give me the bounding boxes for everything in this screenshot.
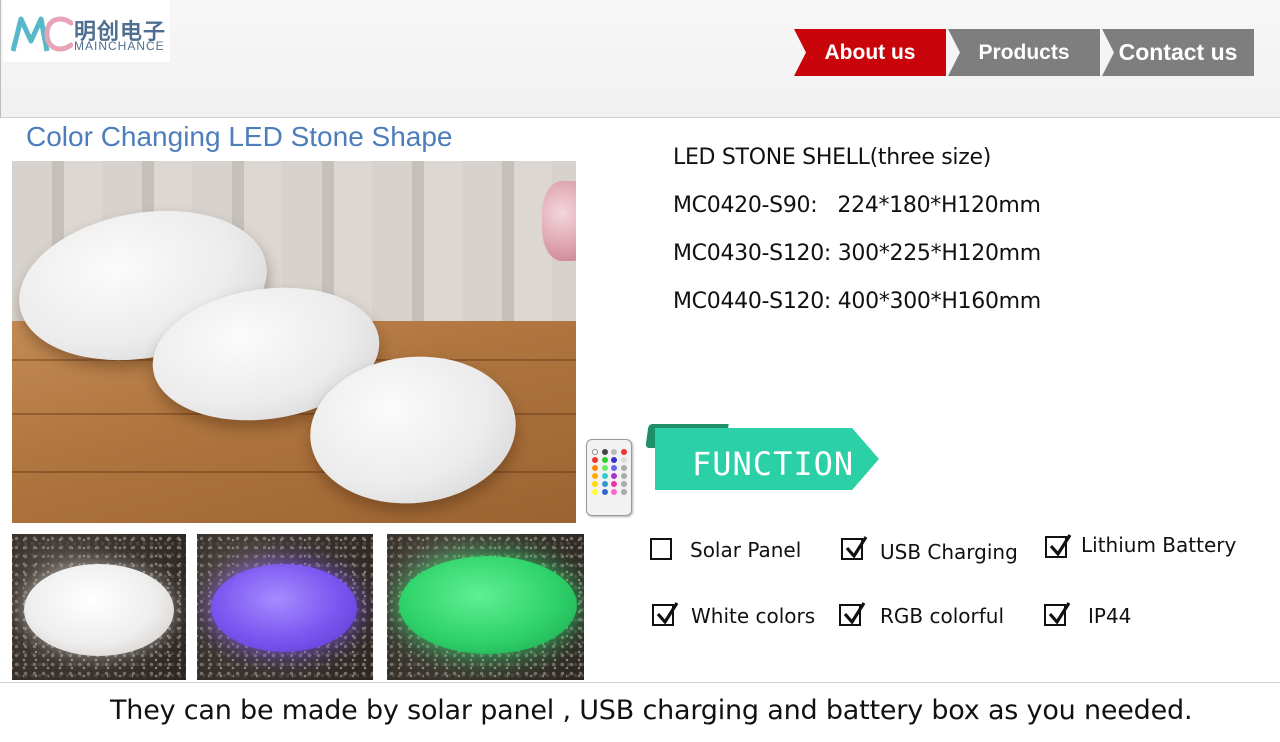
option-white-colors-label: White colors [691,604,816,628]
checkmark-icon [845,536,868,559]
glowing-stone-white [24,564,174,656]
flower-decoration [542,181,576,261]
checkbox-rgb-colorful[interactable] [839,602,866,626]
checkbox-white-colors[interactable] [652,602,679,626]
function-label: FUNCTION [692,445,855,483]
brand-logo[interactable]: 明创电子 MAINCHANCE [3,0,170,62]
function-banner: FUNCTION [645,424,879,490]
footer-divider [0,682,1280,683]
spec-line-s120-b: MC0440-S120: 400*300*H160mm [673,289,1041,314]
checkbox-ip44[interactable] [1044,602,1071,626]
product-page: 明创电子 MAINCHANCE About us Products Contac… [0,0,1280,742]
checkmark-icon [843,602,866,625]
remote-control-image [586,439,632,516]
nav-products[interactable]: Products [948,29,1100,76]
checkmark-icon [1048,602,1071,625]
logo-mc-icon [11,16,73,52]
option-rgb-colorful-label: RGB colorful [880,604,1004,628]
glowing-stone-green [399,556,577,654]
checkmark-icon [656,602,679,625]
glowing-stone-purple [211,564,357,652]
checkbox-solar-panel[interactable] [650,538,672,560]
nav-contact-us[interactable]: Contact us [1102,29,1254,76]
checkbox-lithium-battery[interactable] [1045,534,1072,558]
brand-name-en: MAINCHANCE [74,39,165,53]
spec-line-s90: MC0420-S90: 224*180*H120mm [673,193,1041,218]
option-ip44-label: IP44 [1088,604,1132,628]
spec-line-heading: LED STONE SHELL(three size) [673,145,992,170]
nav-about-us[interactable]: About us [794,29,946,76]
thumbnail-white[interactable] [12,534,186,680]
header-bar: 明创电子 MAINCHANCE About us Products Contac… [0,0,1280,118]
option-solar-panel-label: Solar Panel [690,538,802,562]
option-usb-charging-label: USB Charging [880,540,1018,564]
option-lithium-battery-label: Lithium Battery [1081,533,1237,557]
footer-note: They can be made by solar panel , USB ch… [110,695,1193,726]
checkmark-icon [1049,534,1072,557]
product-main-photo [12,161,576,523]
thumbnail-purple[interactable] [197,534,373,680]
product-title: Color Changing LED Stone Shape [26,121,453,152]
thumbnail-green[interactable] [387,534,584,680]
spec-line-s120-a: MC0430-S120: 300*225*H120mm [673,241,1041,266]
checkbox-usb-charging[interactable] [841,536,868,560]
